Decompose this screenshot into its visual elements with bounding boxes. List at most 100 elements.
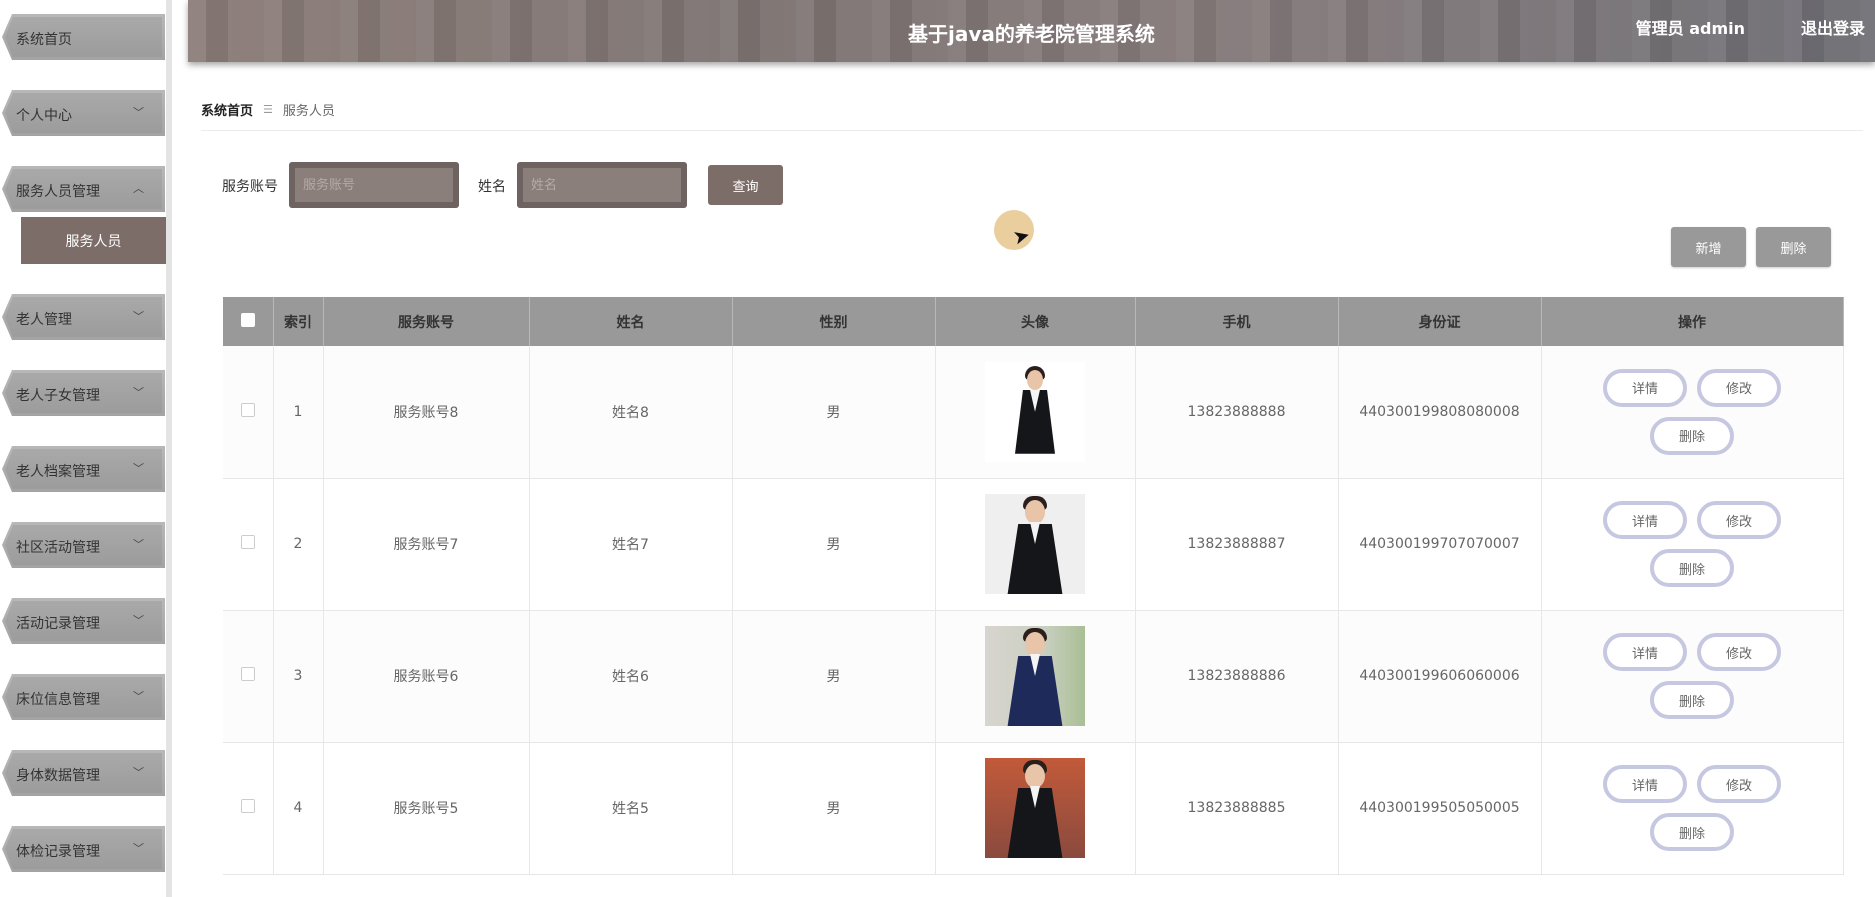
column-header: 操作 [1541,297,1844,346]
cell-gender: 男 [732,610,936,743]
chevron-down-icon: ﹀ [133,614,144,627]
batch-delete-button[interactable]: 删除 [1756,227,1831,267]
add-button[interactable]: 新增 [1671,227,1746,267]
cell-name: 姓名6 [529,610,733,743]
sidebar-item-home[interactable]: 系统首页 [0,6,166,64]
detail-button[interactable]: 详情 [1603,765,1687,803]
cell-phone: 13823888885 [1135,742,1339,875]
sidebar-item-label: 活动记录管理 [16,616,100,632]
query-button[interactable]: 查询 [708,165,783,205]
column-header: 身份证 [1338,297,1542,346]
edit-button[interactable]: 修改 [1697,633,1781,671]
edit-button[interactable]: 修改 [1697,501,1781,539]
row-select-cell [223,478,274,611]
table-row: 1 服务账号8 姓名8 男 13823888888 44030019980808… [223,346,1844,479]
chevron-down-icon: ﹀ [133,386,144,399]
edit-button[interactable]: 修改 [1697,368,1781,407]
row-select-cell [223,346,274,479]
account-search-box [289,162,459,208]
breadcrumb-separator-icon: ☰ [263,103,273,116]
name-search-input[interactable] [523,168,681,202]
row-actions-top: 详情 修改 [1603,633,1781,671]
sidebar-item-label: 个人中心 [16,108,72,124]
row-checkbox[interactable] [240,799,255,813]
current-user: 管理员 admin [1635,19,1745,38]
sidebar-item-label: 老人子女管理 [16,388,100,404]
cell-account: 服务账号5 [323,742,530,875]
cell-operations: 详情 修改 删除 [1541,610,1844,743]
edit-button[interactable]: 修改 [1697,765,1781,803]
sidebar-item-label: 服务人员管理 [16,184,100,200]
sidebar-item-personal-center[interactable]: 个人中心 ﹀ [0,82,166,140]
cell-id-card: 440300199505050005 [1338,742,1542,875]
cell-id-card: 440300199707070007 [1338,478,1542,611]
row-checkbox[interactable] [240,402,255,417]
chevron-down-icon: ﹀ [133,462,144,475]
sidebar-item-activity-record-management[interactable]: 活动记录管理 ﹀ [0,590,166,648]
table-row: 3 服务账号6 姓名6 男 13823888886 44030019960606… [223,610,1844,743]
chevron-down-icon: ﹀ [133,106,144,119]
header-select-all[interactable] [223,297,274,346]
cell-avatar [935,610,1136,743]
cell-index: 4 [273,742,324,875]
delete-row-button[interactable]: 删除 [1650,549,1734,587]
cell-phone: 13823888887 [1135,478,1339,611]
sidebar-item-activity-management[interactable]: 社区活动管理 ﹀ [0,514,166,572]
chevron-down-icon: ﹀ [133,310,144,323]
cell-id-card: 440300199808080008 [1338,346,1542,479]
cell-index: 3 [273,610,324,743]
delete-row-button[interactable]: 删除 [1650,416,1734,455]
column-header: 手机 [1135,297,1339,346]
breadcrumb: 系统首页 ☰ 服务人员 [201,100,335,119]
logout-link[interactable]: 退出登录 [1801,15,1865,39]
column-header: 索引 [273,297,324,346]
avatar [985,361,1085,462]
chevron-down-icon: ﹀ [133,690,144,703]
table-row: 2 服务账号7 姓名7 男 13823888887 44030019970707… [223,478,1844,611]
row-checkbox[interactable] [240,667,255,681]
select-all-checkbox[interactable] [240,312,255,327]
cell-account: 服务账号7 [323,478,530,611]
row-actions-top: 详情 修改 [1603,501,1781,539]
column-header: 性别 [732,297,936,346]
delete-row-button[interactable]: 删除 [1650,813,1734,851]
cell-index: 1 [273,346,324,479]
breadcrumb-home[interactable]: 系统首页 [201,100,253,119]
cell-id-card: 440300199606060006 [1338,610,1542,743]
breadcrumb-current: 服务人员 [282,104,335,119]
top-header: 基于java的养老院管理系统 管理员 admin 退出登录 [188,0,1875,62]
cell-account: 服务账号6 [323,610,530,743]
detail-button[interactable]: 详情 [1603,501,1687,539]
sidebar-item-label: 系统首页 [16,32,72,48]
sidebar-item-elder-management[interactable]: 老人管理 ﹀ [0,286,166,344]
row-actions: 详情 修改 删除 [1542,501,1843,587]
staff-table: 索引 服务账号 姓名 性别 头像 手机 身份证 操作 1 服务账号8 姓名8 男… [223,297,1844,875]
cell-gender: 男 [732,742,936,875]
row-actions: 详情 修改 删除 [1542,633,1843,719]
delete-row-button[interactable]: 删除 [1650,681,1734,719]
sidebar-item-staff-management[interactable]: 服务人员管理 ︿ [0,158,166,216]
sidebar-item-bed-management[interactable]: 床位信息管理 ﹀ [0,666,166,724]
cell-avatar [935,742,1136,875]
column-header: 姓名 [529,297,733,346]
avatar [985,494,1085,594]
app-root: 系统首页 个人中心 ﹀ 服务人员管理 ︿ 服务人员 老人管理 ﹀ 老人子女管理 … [0,0,1875,897]
cell-phone: 13823888888 [1135,346,1339,479]
sidebar-item-body-data-management[interactable]: 身体数据管理 ﹀ [0,742,166,800]
row-checkbox[interactable] [240,535,255,549]
cell-name: 姓名5 [529,742,733,875]
account-search-label: 服务账号 [222,179,278,195]
detail-button[interactable]: 详情 [1603,633,1687,671]
account-search-input[interactable] [295,168,453,202]
submenu-item-staff[interactable]: 服务人员 [21,217,166,264]
detail-button[interactable]: 详情 [1603,368,1687,407]
cell-name: 姓名8 [529,346,733,479]
sidebar-item-label: 床位信息管理 [16,692,100,708]
sidebar-item-label: 社区活动管理 [16,540,100,556]
sidebar-item-archive-management[interactable]: 老人档案管理 ﹀ [0,438,166,496]
sidebar-item-children-management[interactable]: 老人子女管理 ﹀ [0,362,166,420]
sidebar-item-checkup-management[interactable]: 体检记录管理 ﹀ [0,818,166,876]
cell-index: 2 [273,478,324,611]
column-header: 服务账号 [323,297,530,346]
chevron-down-icon: ﹀ [133,766,144,779]
